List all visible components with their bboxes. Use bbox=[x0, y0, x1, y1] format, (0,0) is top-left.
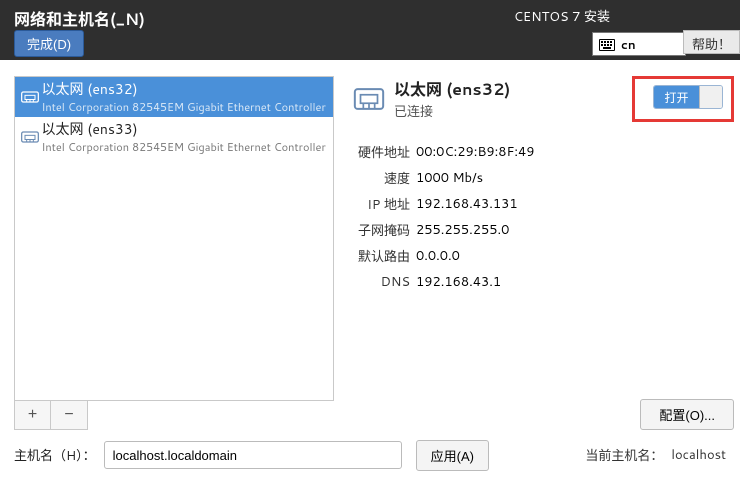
current-hostname-label: 当前主机名： bbox=[585, 445, 663, 465]
detail-value-netmask: 255.255.255.0 bbox=[416, 221, 509, 239]
top-bar: 网络和主机名(_N) 完成(D) CENTOS 7 安装 cn 帮助！ bbox=[0, 0, 740, 60]
interface-item-desc: Intel Corporation 82545EM Gigabit Ethern… bbox=[41, 99, 329, 115]
detail-label: 子网掩码 bbox=[352, 220, 410, 240]
help-button[interactable]: 帮助！ bbox=[683, 30, 740, 54]
detail-label: 默认路由 bbox=[352, 246, 410, 266]
install-title: CENTOS 7 安装 bbox=[514, 6, 610, 26]
detail-grid: 硬件地址 00:0C:29:B9:8F:49 速度 1000 Mb/s IP 地… bbox=[352, 139, 740, 295]
detail-row: IP 地址 192.168.43.131 bbox=[352, 191, 740, 217]
apply-hostname-button[interactable]: 应用(A) bbox=[416, 440, 489, 471]
ethernet-icon bbox=[352, 82, 388, 121]
keyboard-icon bbox=[599, 35, 615, 53]
hostname-label: 主机名（H）： bbox=[14, 445, 96, 465]
hostname-input[interactable] bbox=[104, 441, 402, 469]
detail-panel: 以太网 (ens32) 已连接 打开 硬件地址 00:0C:29:B9:8F:4… bbox=[334, 76, 740, 430]
configure-button[interactable]: 配置(O)... bbox=[640, 399, 734, 430]
detail-value-ip: 192.168.43.131 bbox=[416, 195, 518, 213]
interface-item-texts: 以太网 (ens33) Intel Corporation 82545EM Gi… bbox=[41, 119, 329, 155]
interface-item-ens32[interactable]: 以太网 (ens32) Intel Corporation 82545EM Gi… bbox=[15, 77, 333, 117]
detail-value-dns: 192.168.43.1 bbox=[416, 273, 501, 291]
interface-item-name: 以太网 (ens32) bbox=[41, 79, 329, 99]
main-area: 以太网 (ens32) Intel Corporation 82545EM Gi… bbox=[0, 60, 740, 430]
detail-row: 子网掩码 255.255.255.0 bbox=[352, 217, 740, 243]
detail-row: 硬件地址 00:0C:29:B9:8F:49 bbox=[352, 139, 740, 165]
detail-label: 速度 bbox=[352, 168, 410, 188]
interface-item-ens33[interactable]: 以太网 (ens33) Intel Corporation 82545EM Gi… bbox=[15, 117, 333, 157]
detail-interface-status: 已连接 bbox=[394, 101, 510, 121]
interface-panel: 以太网 (ens32) Intel Corporation 82545EM Gi… bbox=[14, 76, 334, 430]
interface-item-texts: 以太网 (ens32) Intel Corporation 82545EM Gi… bbox=[41, 79, 329, 115]
toggle-knob bbox=[699, 86, 722, 108]
current-hostname-value: localhost bbox=[671, 446, 726, 464]
detail-value-gateway: 0.0.0.0 bbox=[416, 247, 460, 265]
detail-interface-name: 以太网 (ens32) bbox=[394, 76, 510, 101]
keyboard-layout-selector[interactable]: cn bbox=[592, 32, 686, 56]
done-button[interactable]: 完成(D) bbox=[14, 30, 84, 57]
list-button-bar: + − bbox=[14, 401, 88, 430]
detail-label: IP 地址 bbox=[352, 194, 410, 214]
toggle-highlight-box: 打开 bbox=[632, 76, 734, 122]
ethernet-icon bbox=[19, 127, 41, 147]
detail-row: 速度 1000 Mb/s bbox=[352, 165, 740, 191]
interface-item-name: 以太网 (ens33) bbox=[41, 119, 329, 139]
interface-list: 以太网 (ens32) Intel Corporation 82545EM Gi… bbox=[14, 76, 334, 401]
add-interface-button[interactable]: + bbox=[15, 401, 51, 429]
detail-row: 默认路由 0.0.0.0 bbox=[352, 243, 740, 269]
detail-value-hwaddr: 00:0C:29:B9:8F:49 bbox=[416, 143, 535, 161]
hostname-row: 主机名（H）： 应用(A) 当前主机名： localhost bbox=[0, 430, 740, 480]
detail-label: DNS bbox=[352, 273, 410, 291]
detail-label: 硬件地址 bbox=[352, 142, 410, 162]
detail-header-texts: 以太网 (ens32) 已连接 bbox=[394, 76, 510, 121]
connection-toggle[interactable]: 打开 bbox=[653, 85, 723, 109]
detail-value-speed: 1000 Mb/s bbox=[416, 169, 483, 187]
page-title: 网络和主机名(_N) bbox=[14, 6, 145, 31]
remove-interface-button[interactable]: − bbox=[51, 401, 87, 429]
interface-item-desc: Intel Corporation 82545EM Gigabit Ethern… bbox=[41, 139, 329, 155]
toggle-on-label: 打开 bbox=[654, 86, 699, 108]
detail-row: DNS 192.168.43.1 bbox=[352, 269, 740, 295]
ethernet-icon bbox=[19, 87, 41, 107]
keyboard-layout-label: cn bbox=[621, 36, 636, 53]
